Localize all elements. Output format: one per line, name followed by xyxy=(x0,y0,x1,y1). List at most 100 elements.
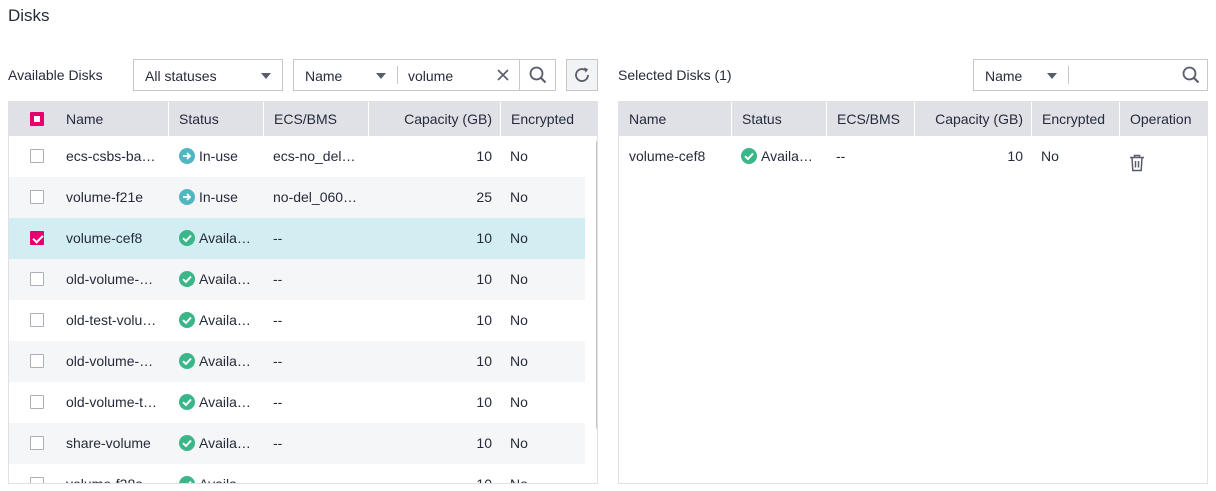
selected-disks-label: Selected Disks (1) xyxy=(618,67,732,83)
available-icon xyxy=(179,435,195,452)
status-text: Availa… xyxy=(199,435,251,451)
encrypted: No xyxy=(1041,148,1059,164)
column-header-name[interactable]: Name xyxy=(56,102,168,136)
row-checkbox[interactable] xyxy=(30,149,44,163)
table-row[interactable]: old-volume-… Availa… -- 10 No xyxy=(9,341,585,382)
selected-search-field-select[interactable]: Name xyxy=(974,60,1068,90)
search-field-value: Name xyxy=(305,68,343,84)
row-checkbox[interactable] xyxy=(30,354,44,368)
available-icon xyxy=(179,476,195,483)
search-icon[interactable] xyxy=(1174,60,1207,90)
ecs-bms: -- xyxy=(273,312,283,328)
table-row[interactable]: ecs-csbs-ba… In-use ecs-no_del… 10 No xyxy=(9,136,585,177)
row-checkbox[interactable] xyxy=(30,477,44,483)
available-icon xyxy=(741,148,757,165)
disk-name: old-volume-… xyxy=(66,271,154,287)
ecs-bms: -- xyxy=(273,435,283,451)
row-checkbox[interactable] xyxy=(30,313,44,327)
ecs-bms: no-del_060… xyxy=(273,189,358,205)
row-checkbox[interactable] xyxy=(30,395,44,409)
search-field-select[interactable]: Name xyxy=(294,60,397,90)
in-use-icon xyxy=(179,189,195,206)
disk-name: volume-f21e xyxy=(66,189,144,205)
row-checkbox[interactable] xyxy=(30,436,44,450)
column-header-operation: Operation xyxy=(1119,102,1207,136)
ecs-bms: -- xyxy=(836,148,846,164)
capacity: 10 xyxy=(476,353,492,369)
column-header-capacity[interactable]: Capacity (GB) xyxy=(914,102,1031,136)
status-text: Availa… xyxy=(199,394,251,410)
status-text: Availa… xyxy=(199,271,251,287)
operation-cell xyxy=(1129,136,1189,177)
encrypted: No xyxy=(510,394,528,410)
column-header-status[interactable]: Status xyxy=(168,102,263,136)
refresh-button[interactable] xyxy=(566,59,598,91)
available-icon xyxy=(179,394,195,411)
column-header-name[interactable]: Name xyxy=(619,102,731,136)
status-text: Availa… xyxy=(199,312,251,328)
status-cell: Availa… xyxy=(179,300,261,341)
status-cell: Availa… xyxy=(179,259,261,300)
encrypted: No xyxy=(510,230,528,246)
capacity: 10 xyxy=(476,271,492,287)
column-header-ecs[interactable]: ECS/BMS xyxy=(826,102,914,136)
encrypted: No xyxy=(510,189,528,205)
status-cell: Availa… xyxy=(741,136,823,177)
column-header-ecs[interactable]: ECS/BMS xyxy=(263,102,368,136)
scrollbar[interactable] xyxy=(593,136,597,483)
status-text: Availa… xyxy=(199,230,251,246)
status-text: Availa… xyxy=(199,353,251,369)
table-row[interactable]: volume-cef8 Availa… -- 10 No xyxy=(9,218,585,259)
ecs-bms: -- xyxy=(273,476,283,484)
column-header-encrypted[interactable]: Encrypted xyxy=(1031,102,1119,136)
ecs-bms: -- xyxy=(273,394,283,410)
status-text: Availa… xyxy=(199,476,251,484)
table-header: Name Status ECS/BMS Capacity (GB) Encryp… xyxy=(9,102,597,136)
status-cell: Availa… xyxy=(179,341,261,382)
disk-name: old-volume-t… xyxy=(66,394,158,410)
column-header-encrypted[interactable]: Encrypted xyxy=(500,102,597,136)
ecs-bms: -- xyxy=(273,353,283,369)
select-all-checkbox[interactable] xyxy=(30,112,44,126)
status-text: In-use xyxy=(199,148,238,164)
capacity: 10 xyxy=(476,312,492,328)
available-icon xyxy=(179,312,195,329)
table-row[interactable]: volume-f38a Availa… -- 10 No xyxy=(9,464,585,484)
capacity: 10 xyxy=(1007,148,1023,164)
capacity: 10 xyxy=(476,148,492,164)
field-divider xyxy=(397,66,398,84)
delete-icon[interactable] xyxy=(1129,147,1145,172)
table-row[interactable]: share-volume Availa… -- 10 No xyxy=(9,423,585,464)
chevron-down-icon xyxy=(261,73,271,79)
chevron-down-icon xyxy=(376,73,386,79)
scrollbar-thumb[interactable] xyxy=(596,139,597,431)
status-cell: Availa… xyxy=(179,382,261,423)
page-title: Disks xyxy=(8,6,50,25)
disk-name: volume-f38a xyxy=(66,476,144,484)
table-row[interactable]: volume-f21e In-use no-del_060… 25 No xyxy=(9,177,585,218)
table-row: volume-cef8 Availa… -- 10 No xyxy=(619,136,1207,177)
column-header-capacity[interactable]: Capacity (GB) xyxy=(368,102,500,136)
capacity: 10 xyxy=(476,435,492,451)
search-input[interactable]: volume xyxy=(408,68,453,84)
search-icon[interactable] xyxy=(520,60,555,90)
table-row[interactable]: old-test-volu… Availa… -- 10 No xyxy=(9,300,585,341)
selected-search-box: Name xyxy=(973,59,1208,91)
ecs-bms: -- xyxy=(273,230,283,246)
table-row[interactable]: old-volume-t… Availa… -- 10 No xyxy=(9,382,585,423)
disk-name: old-volume-… xyxy=(66,353,154,369)
row-checkbox[interactable] xyxy=(30,231,44,245)
selected-disks-table: Name Status ECS/BMS Capacity (GB) Encryp… xyxy=(618,101,1208,484)
disk-name: ecs-csbs-ba… xyxy=(66,148,156,164)
available-icon xyxy=(179,271,195,288)
row-checkbox[interactable] xyxy=(30,272,44,286)
table-row[interactable]: old-volume-… Availa… -- 10 No xyxy=(9,259,585,300)
column-header-status[interactable]: Status xyxy=(731,102,826,136)
encrypted: No xyxy=(510,353,528,369)
available-search-box: Name volume xyxy=(293,59,556,91)
status-filter-select[interactable]: All statuses xyxy=(133,59,283,91)
refresh-icon xyxy=(567,60,597,90)
clear-icon[interactable] xyxy=(494,66,512,84)
status-text: In-use xyxy=(199,189,238,205)
row-checkbox[interactable] xyxy=(30,190,44,204)
